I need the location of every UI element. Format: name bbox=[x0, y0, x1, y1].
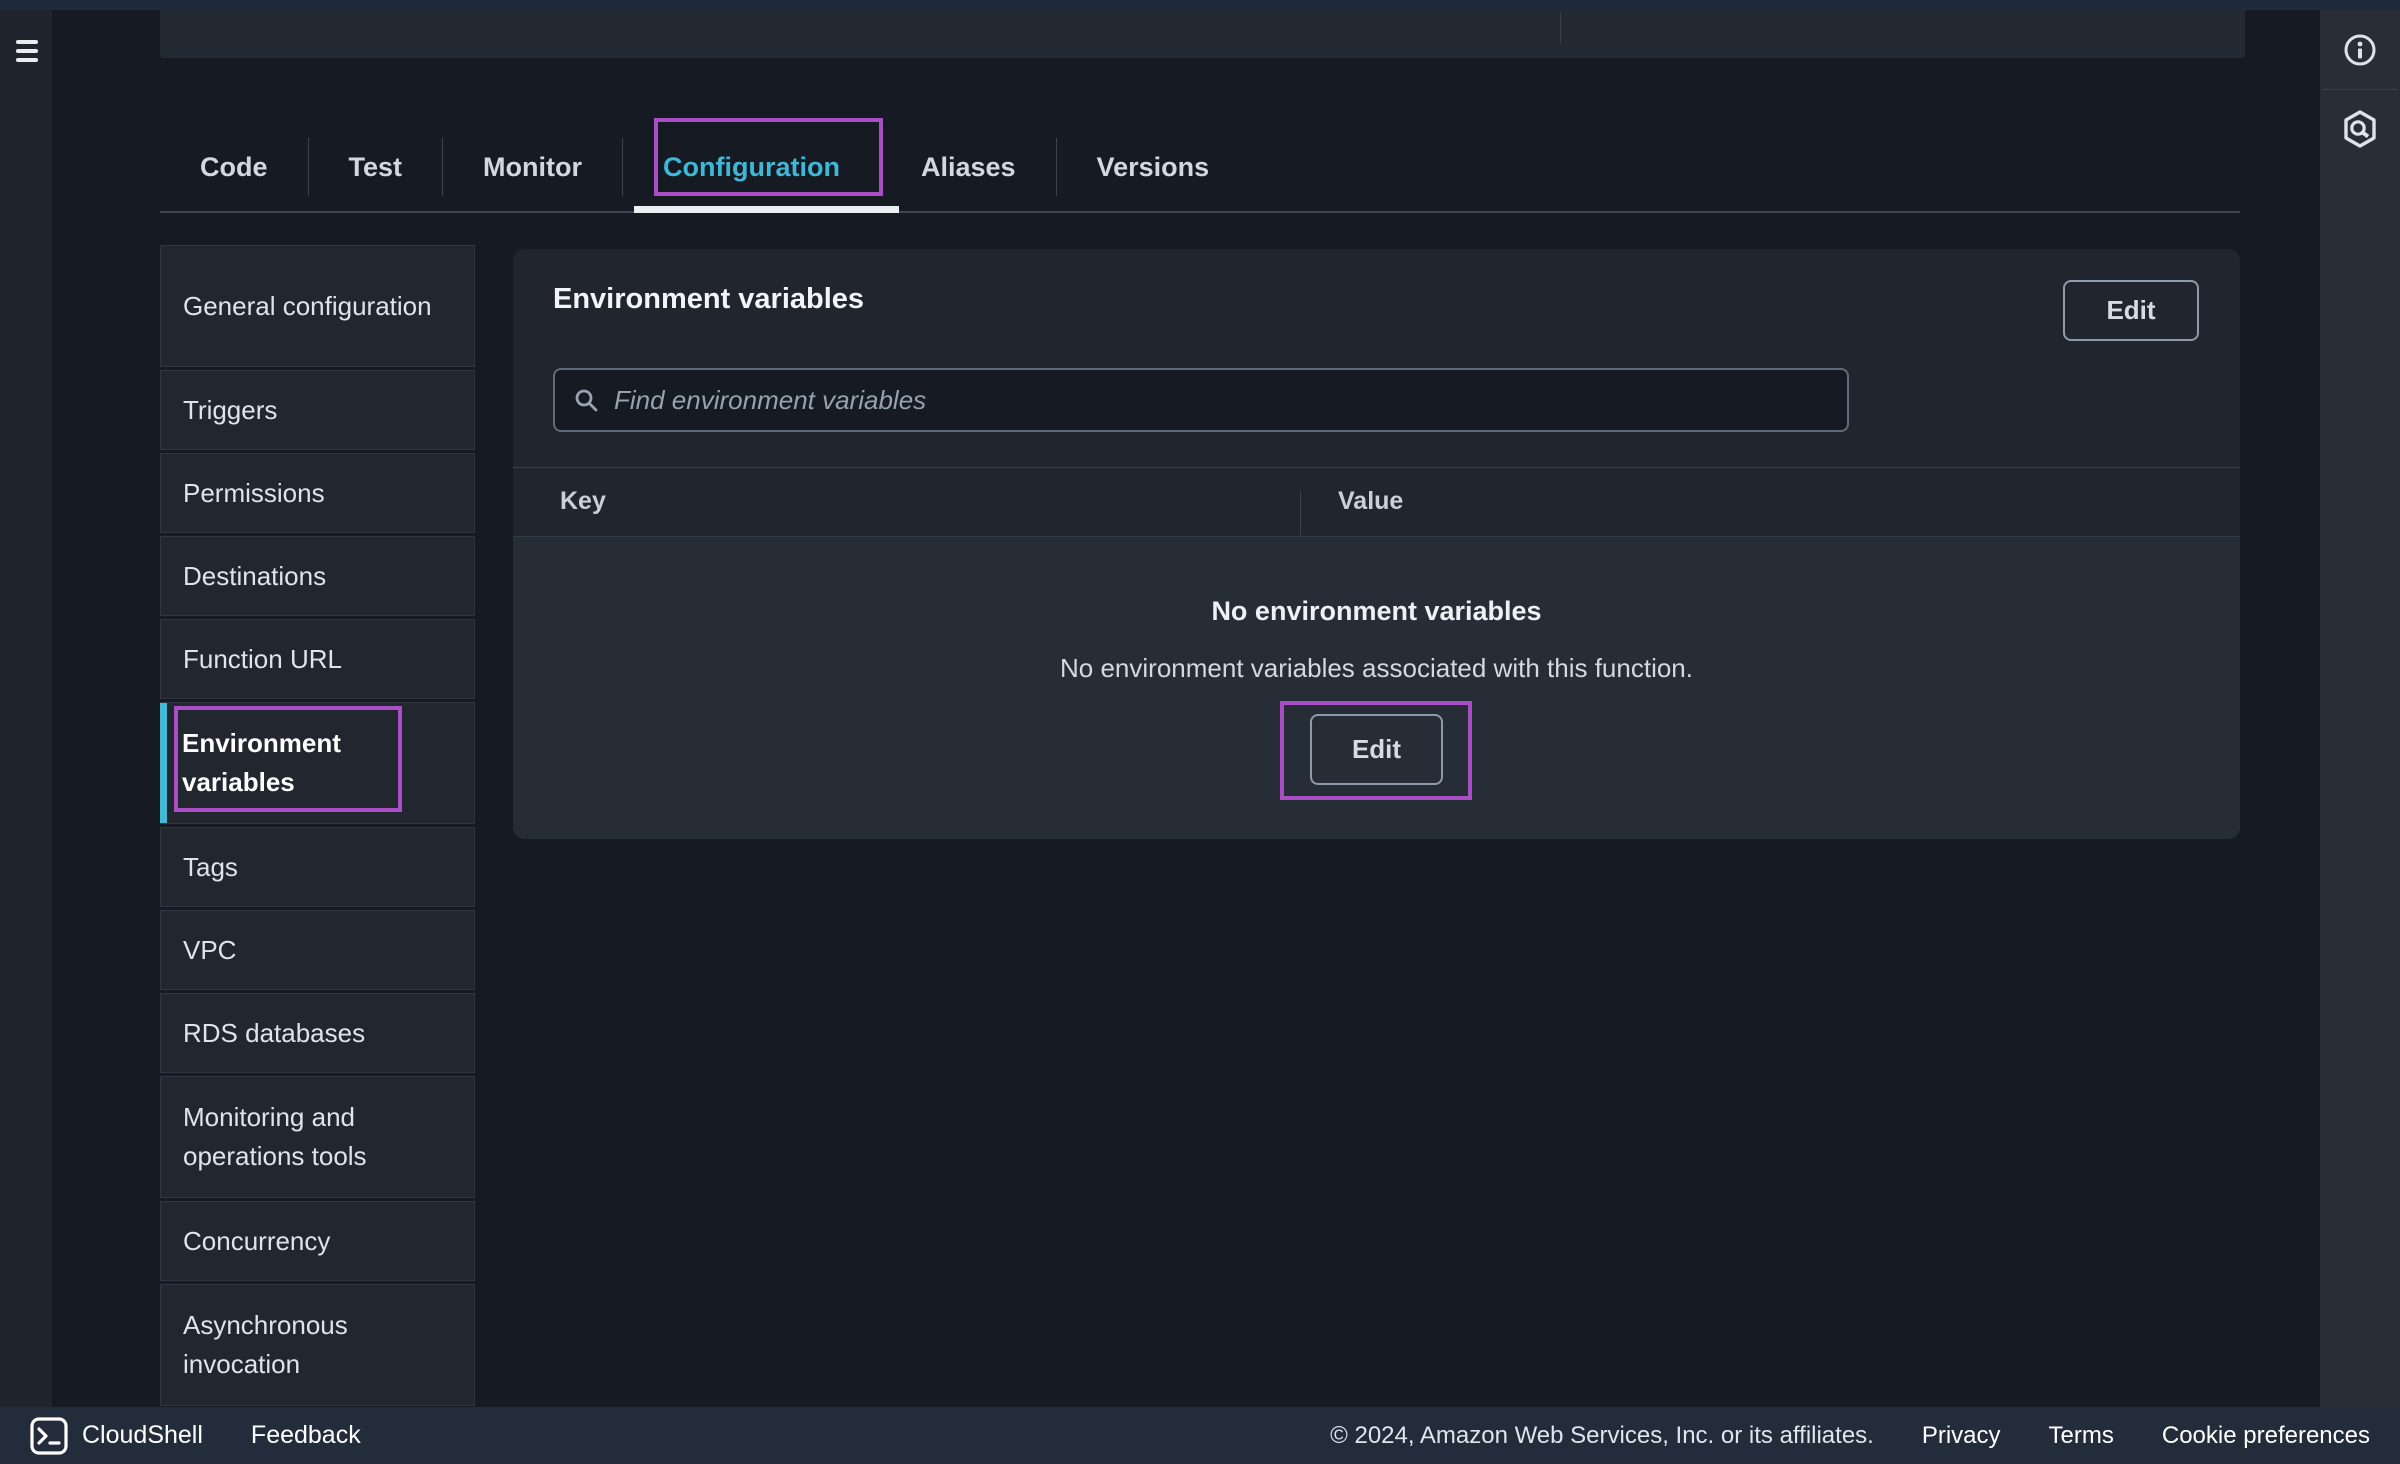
sidebar-item-general-configuration[interactable]: General configuration bbox=[160, 245, 475, 367]
environment-variables-panel: Environment variables Edit Find environm… bbox=[513, 249, 2240, 839]
lambda-console-page: Code Test Monitor Configuration Aliases … bbox=[0, 0, 2400, 1464]
info-icon bbox=[2343, 33, 2377, 67]
sidebar-item-triggers[interactable]: Triggers bbox=[160, 370, 475, 450]
feedback-button[interactable]: Feedback bbox=[251, 1421, 361, 1450]
edit-button-empty-state[interactable]: Edit bbox=[1310, 714, 1443, 785]
configuration-sidenav: General configuration Triggers Permissio… bbox=[160, 245, 475, 1409]
search-placeholder: Find environment variables bbox=[614, 385, 926, 416]
function-tabs: Code Test Monitor Configuration Aliases … bbox=[160, 128, 1249, 206]
right-tools-rail bbox=[2320, 10, 2400, 1407]
sidebar-item-vpc[interactable]: VPC bbox=[160, 910, 475, 990]
console-footer: CloudShell Feedback © 2024, Amazon Web S… bbox=[0, 1407, 2400, 1464]
tab-aliases[interactable]: Aliases bbox=[881, 128, 1056, 206]
tab-monitor[interactable]: Monitor bbox=[443, 128, 622, 206]
sidebar-item-concurrency[interactable]: Concurrency bbox=[160, 1201, 475, 1281]
copyright-text: © 2024, Amazon Web Services, Inc. or its… bbox=[1330, 1422, 1874, 1450]
sidebar-item-asynchronous-invocation[interactable]: Asynchronous invocation bbox=[160, 1284, 475, 1406]
amazon-q-icon bbox=[2343, 110, 2377, 148]
panel-column-divider bbox=[1560, 13, 1561, 43]
column-header-value: Value bbox=[1338, 467, 1403, 536]
sidebar-item-rds-databases[interactable]: RDS databases bbox=[160, 993, 475, 1073]
panel-title: Environment variables bbox=[553, 279, 864, 319]
cookie-preferences-link[interactable]: Cookie preferences bbox=[2162, 1422, 2370, 1450]
footer-legal: © 2024, Amazon Web Services, Inc. or its… bbox=[1330, 1422, 2400, 1450]
sidebar-item-function-url[interactable]: Function URL bbox=[160, 619, 475, 699]
sidebar-item-destinations[interactable]: Destinations bbox=[160, 536, 475, 616]
terms-link[interactable]: Terms bbox=[2049, 1422, 2114, 1450]
cloudshell-label: CloudShell bbox=[82, 1421, 203, 1450]
amazon-q-panel-button[interactable] bbox=[2320, 90, 2400, 168]
search-input[interactable]: Find environment variables bbox=[553, 368, 1849, 432]
empty-state-description: No environment variables associated with… bbox=[513, 651, 2240, 685]
sidebar-item-monitoring-and-operations-tools[interactable]: Monitoring and operations tools bbox=[160, 1076, 475, 1198]
empty-state-title: No environment variables bbox=[513, 593, 2240, 629]
cloudshell-terminal-icon bbox=[30, 1417, 68, 1455]
empty-state: No environment variables No environment … bbox=[513, 536, 2240, 839]
column-divider bbox=[1300, 491, 1301, 535]
edit-button-header[interactable]: Edit bbox=[2063, 280, 2199, 341]
tabs-bottom-border bbox=[160, 211, 2240, 213]
cloudshell-button[interactable]: CloudShell bbox=[30, 1417, 203, 1455]
sidebar-item-environment-variables[interactable]: Environment variables bbox=[160, 702, 475, 824]
sidebar-item-tags[interactable]: Tags bbox=[160, 827, 475, 907]
info-panel-button[interactable] bbox=[2320, 10, 2400, 89]
left-sidebar-rail bbox=[0, 10, 52, 1407]
privacy-link[interactable]: Privacy bbox=[1922, 1422, 2001, 1450]
tab-test[interactable]: Test bbox=[309, 128, 443, 206]
column-header-key: Key bbox=[560, 467, 606, 536]
hamburger-menu-icon[interactable] bbox=[16, 40, 40, 66]
tab-versions[interactable]: Versions bbox=[1057, 128, 1250, 206]
top-navigation-bar bbox=[0, 0, 2400, 10]
tab-code[interactable]: Code bbox=[160, 128, 308, 206]
sidebar-item-permissions[interactable]: Permissions bbox=[160, 453, 475, 533]
scrolled-function-overview-panel bbox=[160, 10, 2245, 58]
tab-configuration[interactable]: Configuration bbox=[623, 128, 880, 206]
active-tab-underline bbox=[634, 206, 899, 213]
search-icon bbox=[573, 387, 600, 414]
